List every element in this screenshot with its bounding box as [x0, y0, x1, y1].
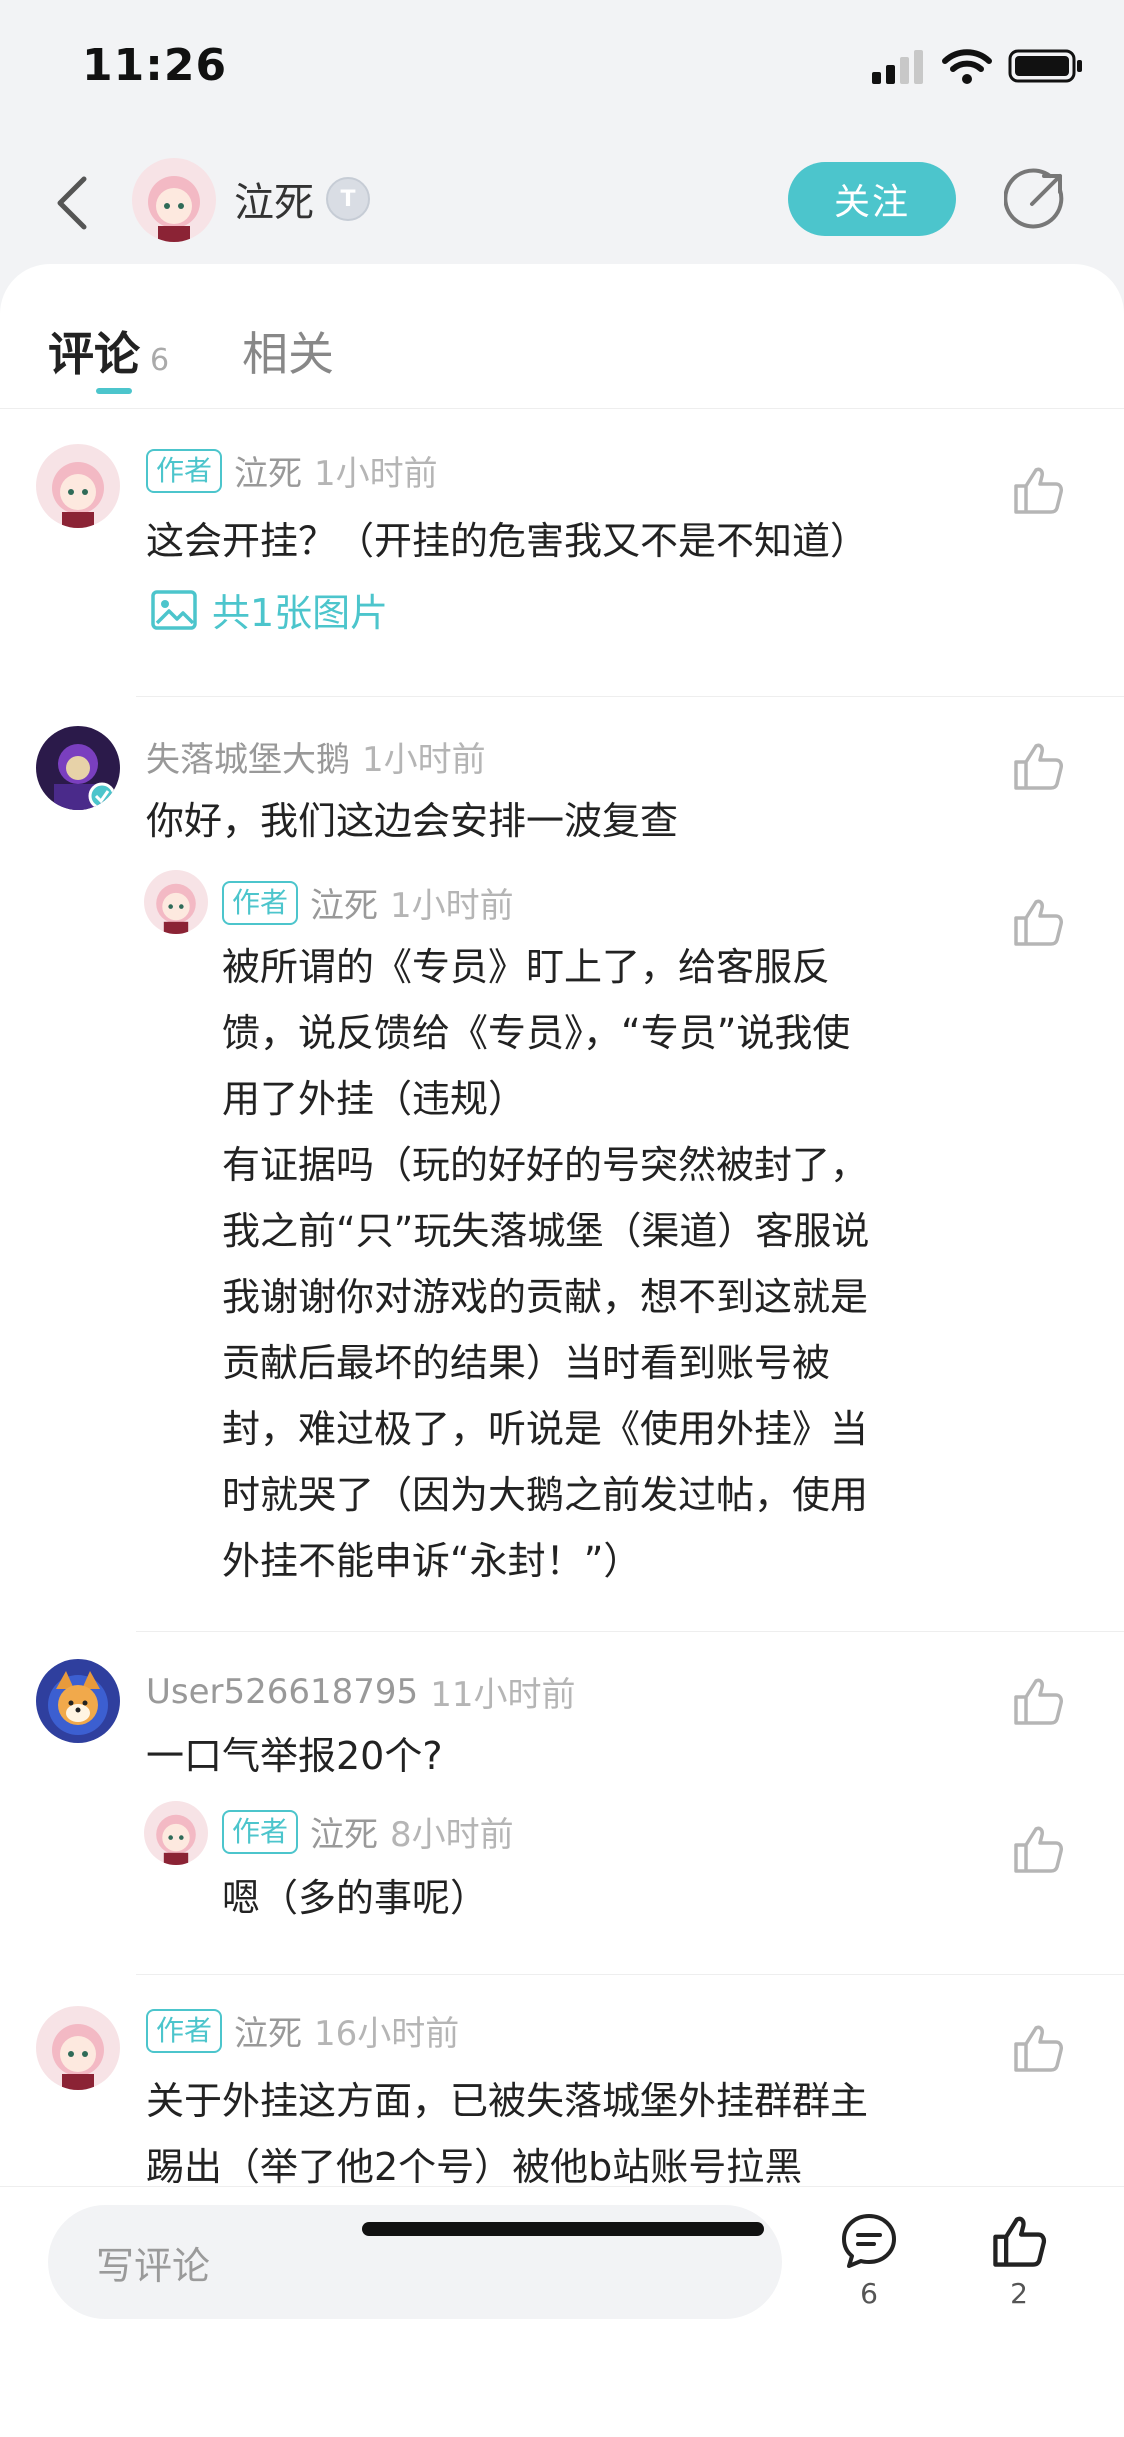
reply-line: 我谢谢你对游戏的贡献，想不到这就是	[222, 1275, 869, 1319]
reply-text[interactable]: 被所谓的《专员》盯上了，给客服反 馈，说反馈给《专员》，“专员”说我使 用了外挂…	[222, 934, 869, 1594]
comment-count-button[interactable]: 6	[824, 2211, 914, 2310]
level-badge-icon: T	[326, 177, 370, 221]
comment-item: 作者 泣死 16小时前 关于外挂这方面，已被失落城堡外挂群群主 踢出（举了他2个…	[0, 1976, 1124, 2188]
author-tag: 作者	[146, 2008, 223, 2053]
reply-avatar[interactable]	[144, 1801, 208, 1865]
avatar[interactable]	[36, 726, 120, 810]
tab-comments-count: 6	[150, 343, 170, 378]
status-icons	[870, 48, 1084, 84]
tab-comments[interactable]: 评论 6	[48, 318, 169, 384]
home-indicator	[362, 2222, 764, 2236]
back-button[interactable]	[42, 168, 102, 238]
commenter-name[interactable]: 泣死	[310, 878, 378, 927]
thumb-up-icon[interactable]	[1010, 894, 1066, 950]
comment-meta: 作者 泣死 1小时前	[146, 446, 438, 495]
thumb-up-icon[interactable]	[1010, 1673, 1066, 1729]
reply-line: 被所谓的《专员》盯上了，给客服反	[222, 945, 831, 989]
share-button[interactable]	[1000, 164, 1072, 236]
comment-item: 失落城堡大鹅 1小时前 你好，我们这边会安排一波复查 作者 泣死 1小时前 被所…	[0, 698, 1124, 1633]
comment-time: 11小时前	[430, 1675, 576, 1715]
user-avatar[interactable]	[132, 158, 216, 242]
comment-time: 1小时前	[314, 454, 438, 494]
thumb-up-icon[interactable]	[1010, 2020, 1066, 2076]
comment-meta: 失落城堡大鹅 1小时前	[146, 732, 486, 781]
comment-meta: User526618795 11小时前	[146, 1667, 575, 1716]
comment-list: 作者 泣死 1小时前 这会开挂？（开挂的危害我又不是不知道） 共1张图片 失落城…	[0, 408, 1124, 2188]
tab-related[interactable]: 相关	[242, 318, 334, 384]
comment-count: 6	[860, 2277, 878, 2310]
like-count: 2	[1010, 2277, 1028, 2310]
tab-comments-label: 评论	[48, 327, 140, 381]
reply-line: 时就哭了（因为大鹅之前发过帖，使用	[222, 1473, 869, 1517]
commenter-name[interactable]: 失落城堡大鹅	[146, 732, 350, 781]
image-link[interactable]: 共1张图片	[150, 582, 388, 637]
author-tag: 作者	[222, 1809, 299, 1854]
thumb-up-icon[interactable]	[1010, 738, 1066, 794]
comment-time: 8小时前	[390, 1815, 514, 1855]
cellular-signal-icon	[872, 50, 923, 84]
comment-meta: 作者 泣死 16小时前	[146, 2006, 459, 2055]
comment-item: 作者 泣死 1小时前 这会开挂？（开挂的危害我又不是不知道） 共1张图片	[0, 408, 1124, 698]
commenter-name[interactable]: 泣死	[234, 446, 302, 495]
author-tag: 作者	[146, 448, 223, 493]
user-name-row: 泣死 T	[234, 170, 370, 228]
reply-text[interactable]: 嗯（多的事呢）	[222, 1865, 488, 1931]
image-link-label: 共1张图片	[212, 591, 389, 635]
follow-button[interactable]: 关注	[788, 162, 956, 236]
avatar[interactable]	[36, 2006, 120, 2090]
status-time: 11:26	[82, 40, 228, 91]
comment-text[interactable]: 一口气举报20个?	[146, 1723, 443, 1789]
commenter-name[interactable]: 泣死	[310, 1807, 378, 1856]
battery-icon	[1008, 49, 1082, 83]
reply-line: 嗯（多的事呢）	[222, 1876, 489, 1920]
divider	[136, 1631, 1124, 1632]
thumb-up-icon[interactable]	[1010, 1821, 1066, 1877]
comment-line: 关于外挂这方面，已被失落城堡外挂群群主	[146, 2079, 869, 2123]
reply-line: 馈，说反馈给《专员》，“专员”说我使	[222, 1011, 851, 1055]
commenter-name[interactable]: User526618795	[146, 1672, 418, 1712]
wifi-icon	[942, 49, 992, 84]
reply-meta: 作者 泣死 8小时前	[222, 1807, 514, 1856]
comment-bubble-icon	[842, 2214, 896, 2268]
user-name[interactable]: 泣死	[234, 170, 314, 228]
post-header: 泣死 T 关注	[0, 140, 1124, 264]
comment-item: User526618795 11小时前 一口气举报20个? 作者 泣死 8小时前…	[0, 1633, 1124, 1976]
reply-avatar[interactable]	[144, 870, 208, 934]
comment-text[interactable]: 这会开挂？（开挂的危害我又不是不知道）	[146, 508, 868, 574]
comment-time: 1小时前	[362, 740, 486, 780]
author-tag: 作者	[222, 880, 299, 925]
reply-line: 贡献后最坏的结果）当时看到账号被	[222, 1341, 831, 1385]
like-count-button[interactable]: 2	[974, 2211, 1064, 2310]
comments-sheet: 评论 6 相关 作者 泣死 1小时前 这会开挂？（开挂的危害我又不是不知道） 共…	[0, 264, 1124, 2436]
thumb-up-icon[interactable]	[1010, 462, 1066, 518]
commenter-name[interactable]: 泣死	[234, 2006, 302, 2055]
share-icon	[1004, 168, 1064, 229]
tab-related-label: 相关	[242, 327, 334, 381]
reply-meta: 作者 泣死 1小时前	[222, 878, 514, 927]
reply-line: 外挂不能申诉“永封！”）	[222, 1539, 642, 1583]
comment-line: 踢出（举了他2个号）被他b站账号拉黑	[146, 2145, 803, 2188]
comment-time: 1小时前	[390, 886, 514, 926]
reply-line: 有证据吗（玩的好好的号突然被封了，	[222, 1143, 869, 1187]
comment-text[interactable]: 关于外挂这方面，已被失落城堡外挂群群主 踢出（举了他2个号）被他b站账号拉黑	[146, 2068, 868, 2188]
reply-line: 封，难过极了，听说是《使用外挂》当	[222, 1407, 869, 1451]
avatar[interactable]	[36, 1659, 120, 1743]
reply-line: 用了外挂（违规）	[222, 1077, 527, 1121]
status-bar: 11:26	[0, 0, 1124, 140]
back-icon	[57, 176, 87, 230]
comment-text[interactable]: 你好，我们这边会安排一波复查	[146, 788, 678, 854]
avatar[interactable]	[36, 444, 120, 528]
active-tab-indicator	[96, 388, 132, 394]
thumb-up-icon	[993, 2216, 1047, 2267]
reply-line: 我之前“只”玩失落城堡（渠道）客服说	[222, 1209, 870, 1253]
divider	[136, 696, 1124, 697]
divider	[136, 1974, 1124, 1975]
tab-bar: 评论 6 相关	[0, 264, 1124, 409]
comment-time: 16小时前	[314, 2014, 460, 2054]
image-icon	[151, 589, 197, 630]
